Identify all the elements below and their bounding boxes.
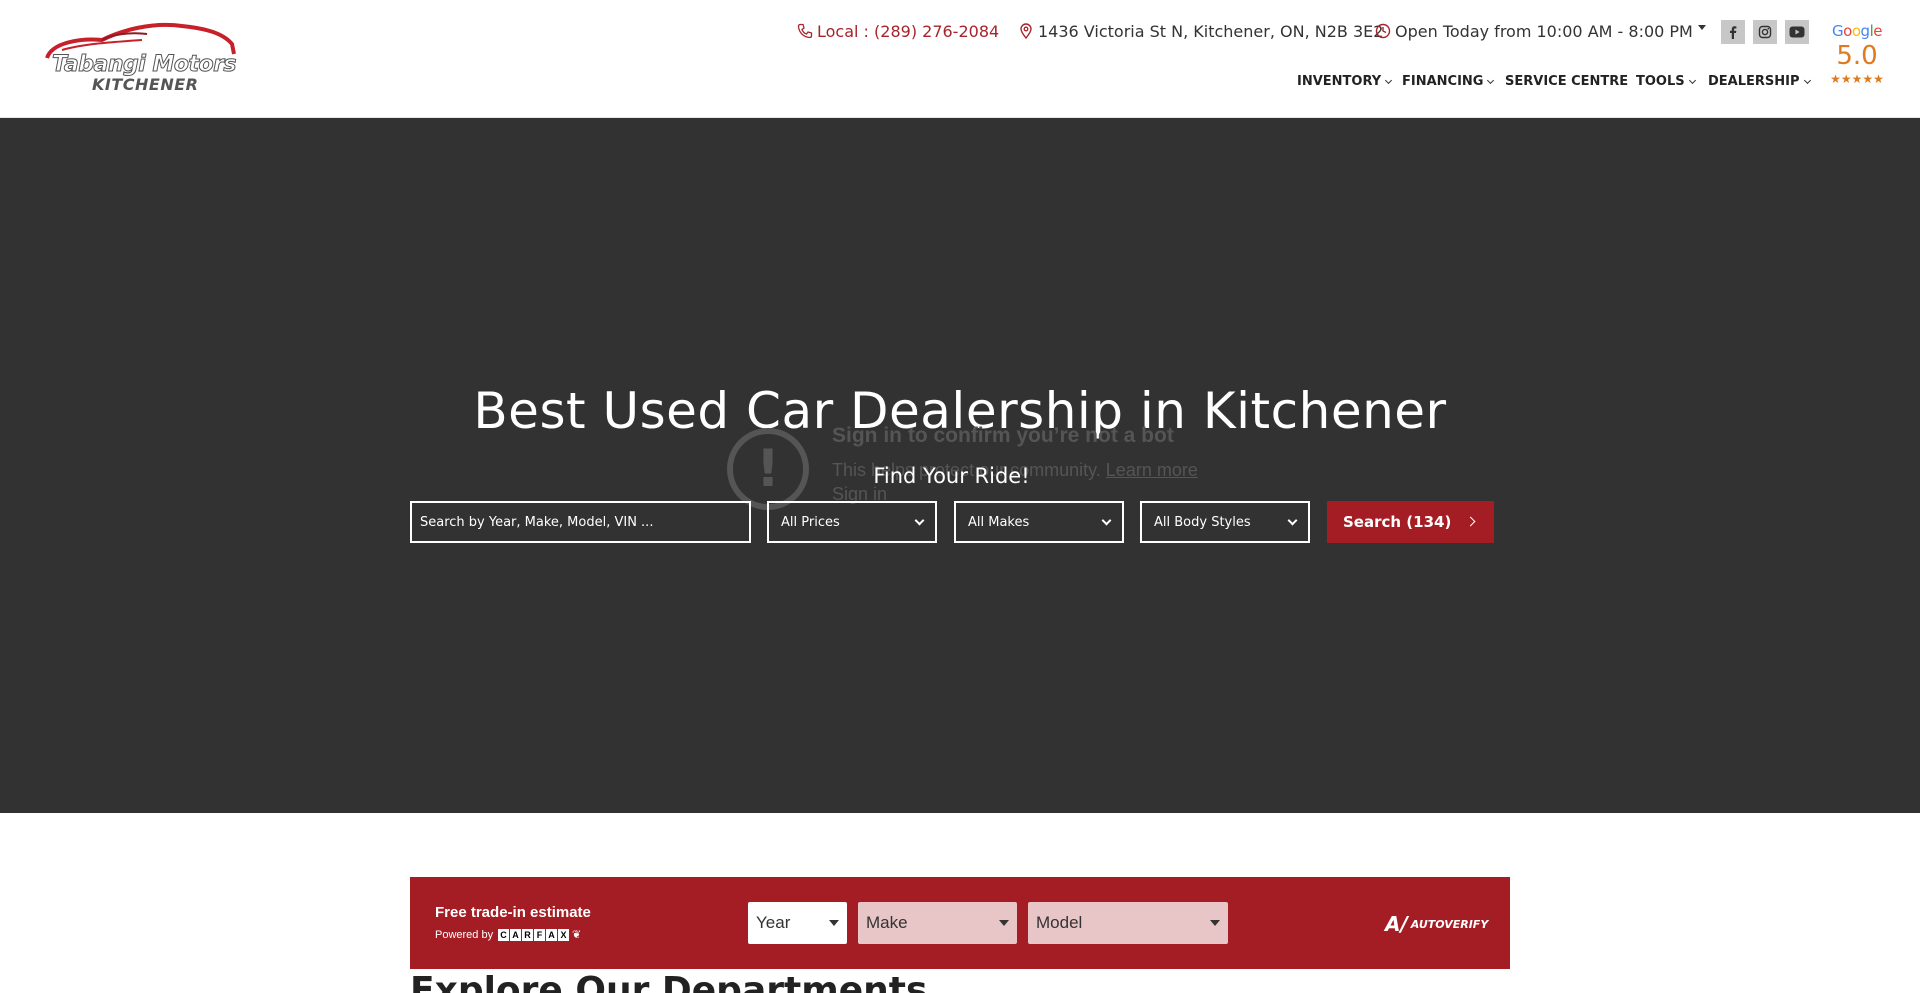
clock-icon	[1375, 23, 1391, 39]
autoverify-text: AUTOVERIFY	[1410, 917, 1489, 931]
map-pin-icon	[1018, 23, 1034, 39]
hero-section: Best Used Car Dealership in Kitchener ! …	[0, 118, 1920, 813]
trade-year-value: Year	[756, 913, 791, 932]
nav-dealership[interactable]: DEALERSHIP	[1708, 74, 1811, 89]
nav-financing-label: FINANCING	[1402, 74, 1484, 89]
trade-in-widget: Free trade-in estimate Powered by C A R …	[410, 877, 1510, 969]
trade-in-title: Free trade-in estimate	[435, 904, 591, 921]
trade-model-value: Model	[1036, 913, 1083, 932]
caret-down-icon	[829, 920, 839, 926]
site-header: Tabangi Motors KITCHENER Local : (289) 2…	[0, 0, 1920, 118]
logo-text: Tabangi Motors	[51, 52, 237, 78]
search-button[interactable]: Search (134)	[1327, 501, 1494, 543]
phone-link[interactable]: Local : (289) 276-2084	[797, 20, 999, 42]
autoverify-mark-icon: A/	[1385, 912, 1408, 936]
nav-inventory[interactable]: INVENTORY	[1297, 74, 1393, 89]
price-select[interactable]: All Prices	[767, 501, 937, 543]
hours-dropdown[interactable]: Open Today from 10:00 AM - 8:00 PM	[1375, 20, 1706, 42]
nav-financing[interactable]: FINANCING	[1402, 74, 1495, 89]
dealer-logo[interactable]: Tabangi Motors KITCHENER	[42, 20, 237, 98]
instagram-icon[interactable]	[1753, 20, 1777, 44]
make-select-value: All Makes	[968, 514, 1030, 530]
hours-text: Open Today from 10:00 AM - 8:00 PM	[1395, 21, 1693, 41]
hero-subtitle: Find Your Ride!	[873, 464, 1030, 488]
phone-icon	[797, 23, 813, 39]
google-logo-text: Google	[1832, 22, 1882, 40]
nav-tools-label: TOOLS	[1636, 74, 1685, 89]
autoverify-logo: A/ AUTOVERIFY	[1385, 912, 1488, 936]
google-rating-value: 5.0	[1836, 41, 1878, 71]
nav-service-centre[interactable]: SERVICE CENTRE	[1505, 74, 1628, 89]
body-style-select[interactable]: All Body Styles	[1140, 501, 1310, 543]
nav-service-label: SERVICE CENTRE	[1505, 74, 1629, 89]
logo-subtext: KITCHENER	[92, 75, 199, 94]
caret-down-icon	[999, 920, 1009, 926]
search-button-label: Search (134)	[1343, 513, 1452, 531]
bot-check-title: Sign in to confirm you’re not a bot	[832, 424, 1174, 447]
chevron-down-icon	[1385, 76, 1393, 84]
chevron-down-icon	[1487, 76, 1495, 84]
trade-make-value: Make	[866, 913, 908, 932]
powered-by-label: Powered by	[435, 929, 494, 941]
address-text: 1436 Victoria St N, Kitchener, ON, N2B 3…	[1038, 21, 1384, 41]
chevron-right-icon	[1465, 516, 1476, 527]
chevron-down-icon	[914, 515, 925, 525]
maple-leaf-icon: ❦	[572, 928, 582, 941]
youtube-icon[interactable]	[1785, 20, 1809, 44]
star-rating-icon: ★★★★★	[1830, 72, 1884, 86]
trade-make-select[interactable]: Make	[858, 902, 1017, 944]
explore-departments-title: Explore Our Departments	[410, 970, 928, 993]
trade-model-select[interactable]: Model	[1028, 902, 1228, 944]
nav-inventory-label: INVENTORY	[1297, 74, 1382, 89]
price-select-value: All Prices	[781, 514, 840, 530]
chevron-down-icon	[1287, 515, 1298, 525]
make-select[interactable]: All Makes	[954, 501, 1124, 543]
nav-dealership-label: DEALERSHIP	[1708, 74, 1800, 89]
facebook-icon[interactable]	[1721, 20, 1745, 44]
carfax-logo: C A R F A X ❦	[498, 929, 581, 941]
chevron-down-icon	[1688, 76, 1696, 84]
chevron-down-icon	[1803, 76, 1811, 84]
caret-down-icon	[1210, 920, 1220, 926]
chevron-down-icon	[1101, 515, 1112, 525]
body-style-select-value: All Body Styles	[1154, 514, 1251, 530]
nav-tools[interactable]: TOOLS	[1636, 74, 1696, 89]
vehicle-search-input[interactable]: Search by Year, Make, Model, VIN ...	[410, 501, 751, 543]
phone-text: Local : (289) 276-2084	[817, 21, 1000, 41]
google-rating-badge[interactable]: Google 5.0 ★★★★★	[1826, 22, 1888, 86]
trade-year-select[interactable]: Year	[748, 902, 847, 944]
caret-down-icon	[1697, 24, 1706, 30]
address-link[interactable]: 1436 Victoria St N, Kitchener, ON, N2B 3…	[1018, 20, 1383, 42]
